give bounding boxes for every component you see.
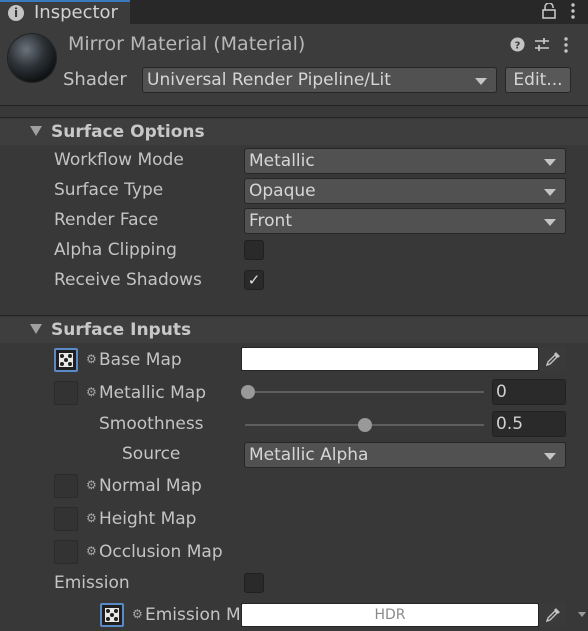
- foldout-arrow-icon[interactable]: [30, 126, 42, 136]
- shader-dropdown-value: Universal Render Pipeline/Lit: [147, 70, 391, 90]
- base-map-color-field[interactable]: [241, 347, 539, 371]
- metallic-value-field[interactable]: 0: [492, 379, 566, 405]
- receive-shadows-label: Receive Shadows: [54, 270, 202, 290]
- source-value: Metallic Alpha: [249, 445, 369, 465]
- eyedropper-icon[interactable]: [540, 347, 566, 371]
- source-label: Source: [122, 444, 181, 464]
- metallic-map-label: Metallic Map: [99, 383, 207, 403]
- chevron-down-icon: [544, 159, 556, 166]
- gear-icon: ⚙: [86, 511, 97, 525]
- svg-text:?: ?: [515, 41, 521, 52]
- shader-label: Shader: [63, 69, 127, 90]
- tab-label: Inspector: [34, 2, 118, 23]
- hdr-label: HDR: [374, 607, 406, 623]
- render-face-label: Render Face: [54, 210, 159, 230]
- render-face-value: Front: [249, 211, 292, 231]
- gear-icon: ⚙: [132, 607, 143, 621]
- gear-icon: ⚙: [86, 352, 97, 366]
- height-map-label: Height Map: [99, 509, 197, 529]
- eyedropper-icon[interactable]: [540, 603, 566, 627]
- base-map-texture-slot[interactable]: [54, 348, 78, 372]
- chevron-down-icon: [544, 453, 556, 460]
- height-map-texture-slot[interactable]: [54, 507, 78, 531]
- shader-dropdown[interactable]: Universal Render Pipeline/Lit: [142, 67, 497, 93]
- divider: [0, 117, 588, 118]
- render-face-dropdown[interactable]: Front: [244, 208, 566, 234]
- header-kebab-menu-icon[interactable]: [563, 37, 569, 53]
- chevron-down-icon: [544, 219, 556, 226]
- edit-shader-button[interactable]: Edit...: [505, 67, 571, 93]
- source-dropdown[interactable]: Metallic Alpha: [244, 442, 566, 468]
- surface-type-value: Opaque: [249, 181, 316, 201]
- texture-placeholder-icon: [59, 353, 73, 367]
- emission-map-label: Emission M: [145, 605, 241, 625]
- chevron-down-icon: [475, 78, 487, 85]
- workflow-mode-dropdown[interactable]: Metallic: [244, 148, 566, 174]
- material-preview-sphere: [8, 34, 56, 82]
- smoothness-label: Smoothness: [99, 414, 204, 434]
- normal-map-texture-slot[interactable]: [54, 474, 78, 498]
- metallic-slider-thumb[interactable]: [241, 385, 255, 399]
- emission-label: Emission: [54, 573, 130, 593]
- gear-icon: ⚙: [86, 544, 97, 558]
- smoothness-slider-thumb[interactable]: [357, 418, 372, 432]
- info-icon: i: [8, 5, 24, 21]
- chevron-down-icon: [544, 189, 556, 196]
- surface-type-label: Surface Type: [54, 180, 164, 200]
- emission-checkbox[interactable]: [244, 573, 264, 593]
- preset-icon[interactable]: [534, 37, 550, 52]
- divider: [0, 315, 588, 316]
- occlusion-map-label: Occlusion Map: [99, 542, 223, 562]
- surface-type-dropdown[interactable]: Opaque: [244, 178, 566, 204]
- workflow-mode-label: Workflow Mode: [54, 150, 184, 170]
- tab-inspector[interactable]: i Inspector: [0, 0, 130, 24]
- base-map-label: Base Map: [99, 350, 182, 370]
- scroll-down-arrow-icon[interactable]: [578, 612, 586, 617]
- normal-map-label: Normal Map: [99, 476, 202, 496]
- occlusion-map-texture-slot[interactable]: [54, 540, 78, 564]
- emission-color-field[interactable]: HDR: [241, 603, 539, 627]
- texture-placeholder-icon: [105, 608, 119, 622]
- alpha-clipping-label: Alpha Clipping: [54, 240, 177, 260]
- receive-shadows-checkbox[interactable]: ✓: [244, 270, 264, 290]
- smoothness-value-field[interactable]: 0.5: [492, 411, 566, 437]
- lock-icon[interactable]: [542, 2, 556, 19]
- workflow-mode-value: Metallic: [249, 151, 315, 171]
- section-title-surface-options[interactable]: Surface Options: [51, 122, 205, 142]
- metallic-map-texture-slot[interactable]: [54, 381, 78, 405]
- emission-map-texture-slot[interactable]: [100, 603, 124, 627]
- kebab-menu-icon[interactable]: [570, 3, 576, 19]
- foldout-arrow-icon[interactable]: [30, 324, 42, 334]
- alpha-clipping-checkbox[interactable]: [244, 240, 264, 260]
- section-title-surface-inputs[interactable]: Surface Inputs: [51, 320, 191, 340]
- gear-icon: ⚙: [86, 478, 97, 492]
- gear-icon: ⚙: [86, 385, 97, 399]
- material-title: Mirror Material (Material): [68, 33, 306, 55]
- metallic-slider-track[interactable]: [245, 391, 484, 393]
- help-icon[interactable]: ?: [510, 37, 525, 52]
